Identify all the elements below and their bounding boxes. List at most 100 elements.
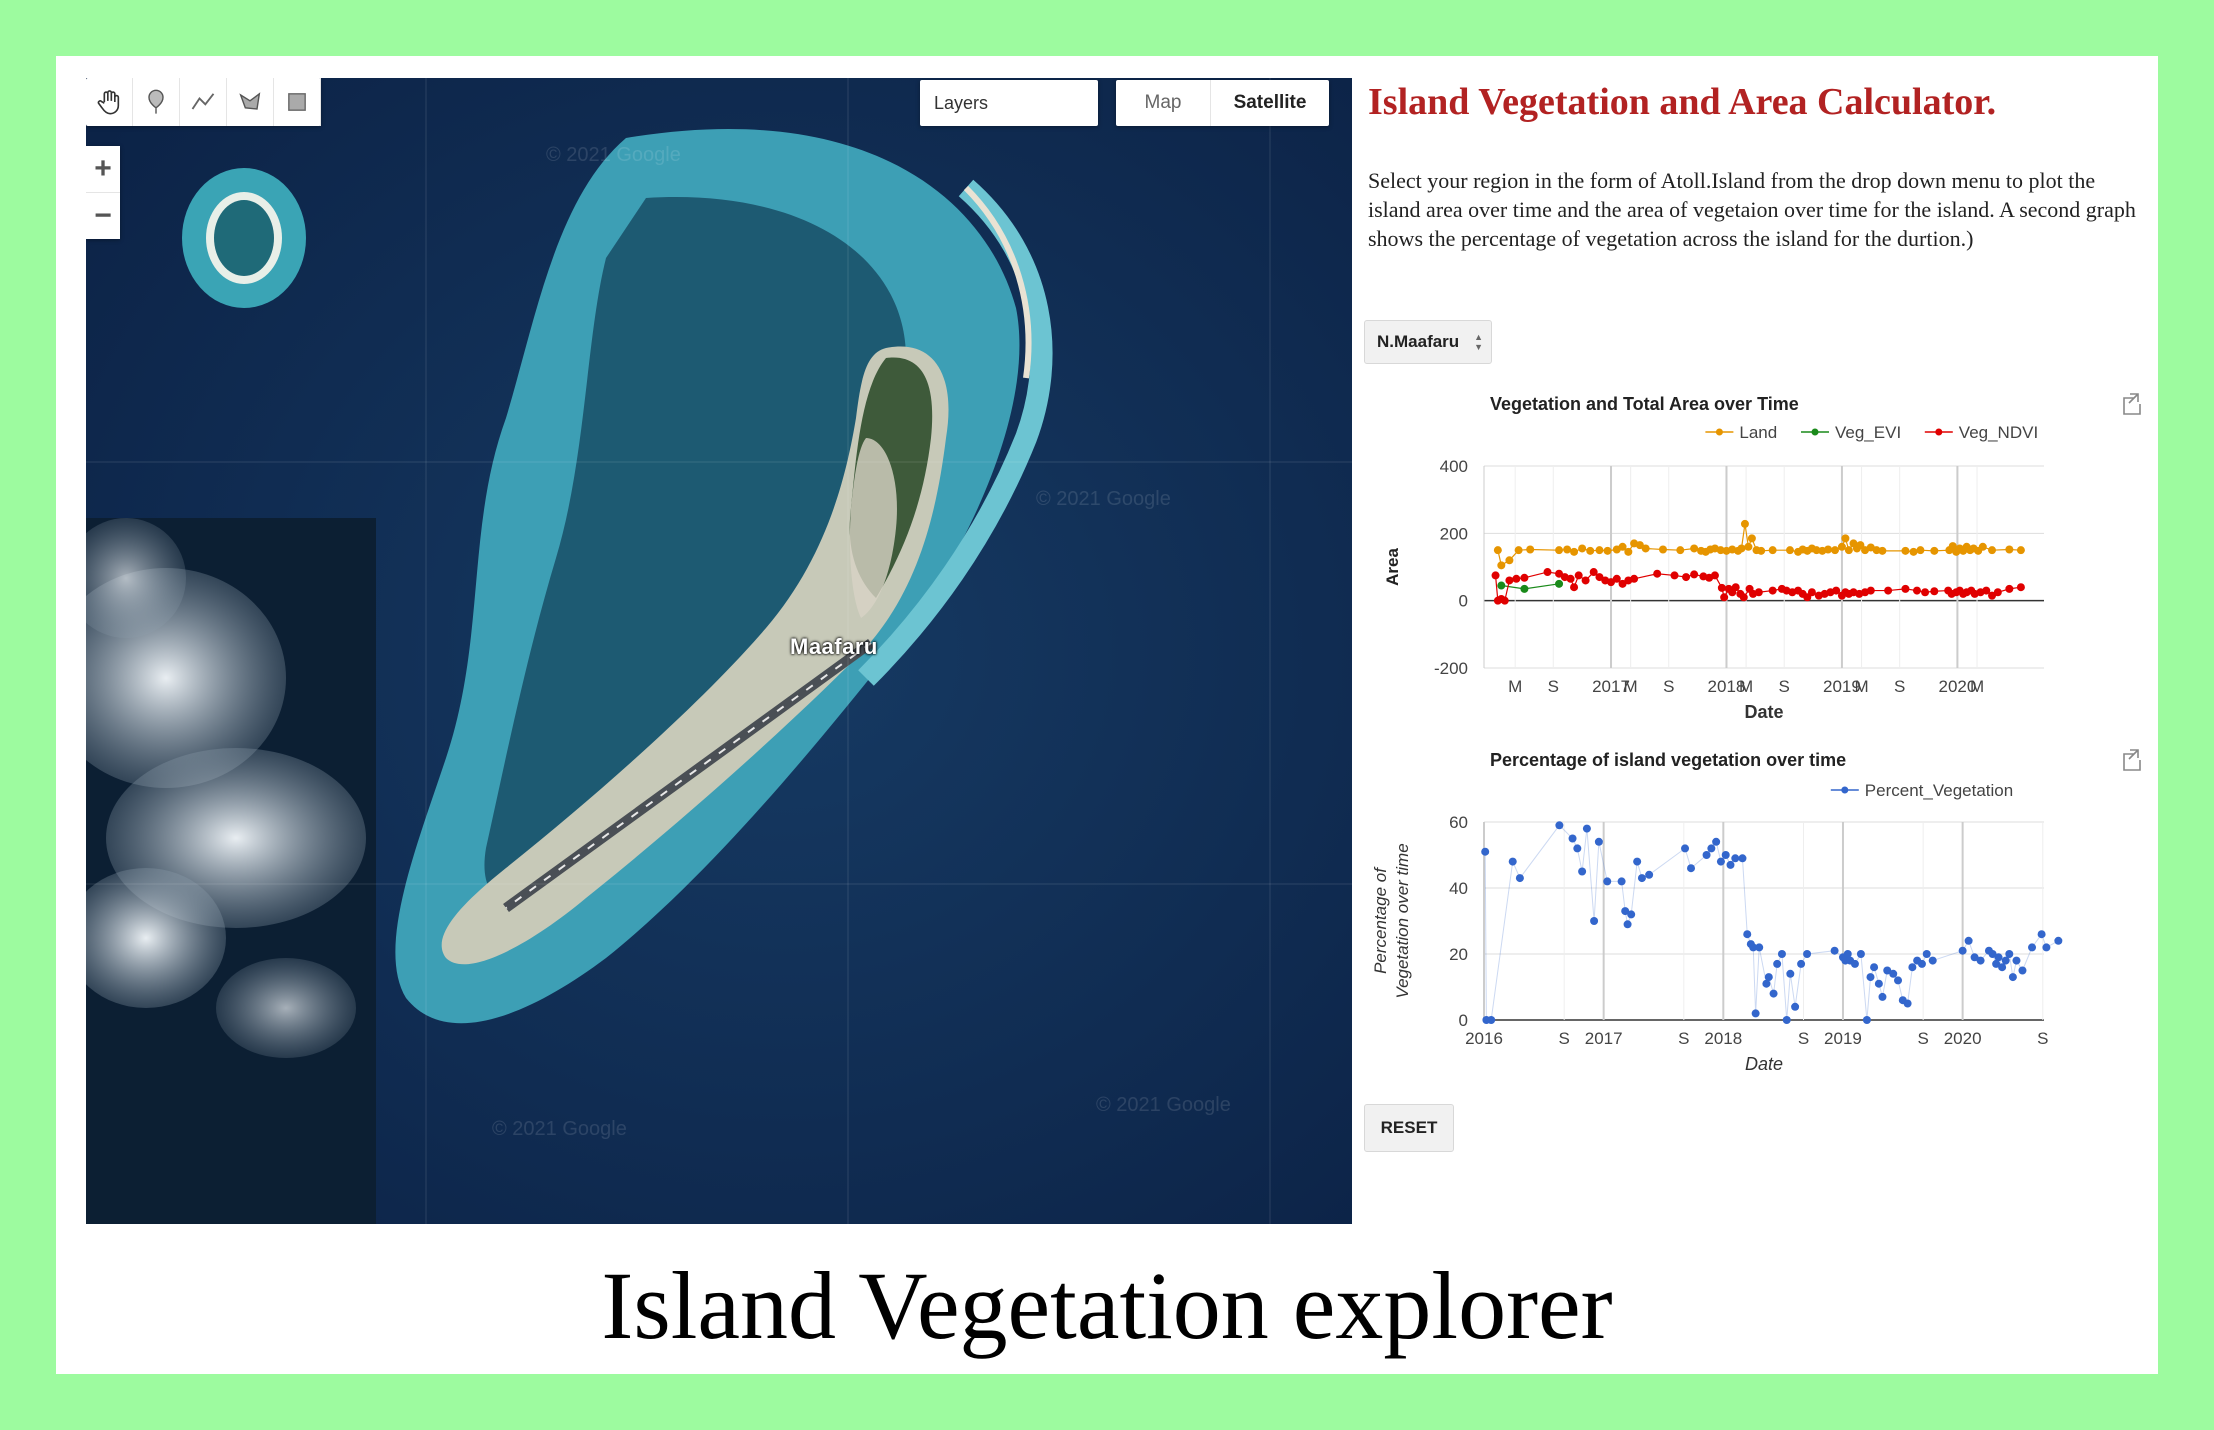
data-point <box>1726 860 1735 869</box>
data-point <box>1702 851 1711 859</box>
data-point <box>1670 571 1679 580</box>
data-point <box>1884 586 1893 595</box>
data-point <box>1866 973 1875 982</box>
data-point <box>1500 596 1509 605</box>
data-point <box>1641 544 1650 553</box>
legend-marker <box>1935 428 1943 436</box>
percent-vegetation-chart: Percentage of island vegetation over tim… <box>1371 749 2141 1074</box>
data-point <box>1768 586 1777 595</box>
data-point <box>1491 571 1500 580</box>
data-point <box>1844 546 1853 555</box>
data-point <box>1514 546 1523 555</box>
data-point <box>2037 930 2046 939</box>
data-point <box>1586 546 1595 555</box>
zoom-in-button[interactable]: + <box>86 146 120 193</box>
data-point <box>2028 943 2037 952</box>
x-tick-label: S <box>1894 677 1905 696</box>
data-point <box>1570 583 1579 592</box>
data-point <box>1870 963 1879 972</box>
map-watermark: © 2021 Google <box>492 1118 627 1140</box>
x-tick-label: 2016 <box>1465 1029 1503 1048</box>
x-tick-label: M <box>1970 677 1984 696</box>
data-point <box>1755 943 1764 952</box>
layers-button[interactable]: Layers <box>920 80 1098 126</box>
data-point <box>1603 546 1612 555</box>
x-tick-label: S <box>1663 677 1674 696</box>
zoom-out-button[interactable]: − <box>86 193 120 239</box>
place-label: Maafaru <box>790 634 878 659</box>
hand-icon[interactable] <box>86 78 133 126</box>
data-point <box>1866 586 1875 595</box>
data-point <box>1505 576 1514 585</box>
data-point <box>1791 1002 1800 1011</box>
data-point <box>1582 824 1591 833</box>
data-point <box>1573 844 1582 853</box>
data-point <box>2005 584 2014 593</box>
y-tick-label: 200 <box>1440 524 1468 543</box>
data-point <box>1777 950 1786 958</box>
x-tick-label: 2020 <box>1944 1029 1982 1048</box>
map-type-map-button[interactable]: Map <box>1116 80 1211 126</box>
data-point <box>1581 576 1590 585</box>
data-point <box>1773 959 1782 968</box>
data-point <box>1682 573 1691 582</box>
series-line <box>1501 583 1560 590</box>
legend-marker <box>1811 428 1819 436</box>
data-point <box>2018 966 2027 975</box>
x-tick-label: S <box>1917 1029 1928 1048</box>
data-point <box>1630 574 1639 583</box>
data-point <box>1743 930 1752 939</box>
data-point <box>1917 959 1926 968</box>
data-point <box>1721 851 1730 859</box>
data-point <box>1707 844 1716 853</box>
data-point <box>1908 963 1917 972</box>
select-arrows-icon: ▲ ▼ <box>1474 332 1483 352</box>
data-point <box>1690 544 1699 553</box>
data-point <box>1520 584 1529 593</box>
satellite-imagery <box>86 78 1352 1224</box>
panel-description: Select your region in the form of Atoll.… <box>1368 168 2136 251</box>
data-point <box>1563 545 1572 554</box>
data-point <box>1578 867 1587 876</box>
rectangle-icon[interactable] <box>274 78 321 126</box>
data-point <box>1993 588 2002 597</box>
marker-icon[interactable] <box>133 78 180 126</box>
y-tick-label: 20 <box>1449 945 1468 964</box>
data-point <box>1903 999 1912 1008</box>
data-point <box>1624 547 1633 556</box>
data-point <box>1687 864 1696 873</box>
x-tick-label: S <box>1779 677 1790 696</box>
zoom-control: + − <box>86 146 120 239</box>
data-point <box>1856 950 1865 958</box>
y-tick-label: 0 <box>1459 1011 1468 1030</box>
data-point <box>1958 946 1967 955</box>
series-line <box>1497 523 2021 567</box>
data-point <box>1731 583 1740 592</box>
polygon-icon[interactable] <box>227 78 274 126</box>
map-type-satellite-button[interactable]: Satellite <box>1211 80 1329 126</box>
data-point <box>1574 571 1583 580</box>
data-point <box>1658 545 1667 554</box>
data-point <box>2016 546 2025 555</box>
data-point <box>1681 844 1690 853</box>
data-point <box>1570 547 1579 556</box>
data-point <box>1894 976 1903 985</box>
island-select[interactable]: N.Maafaru ▲ ▼ <box>1364 320 1492 364</box>
data-point <box>1690 570 1699 579</box>
reset-button[interactable]: RESET <box>1364 1104 1454 1152</box>
panel-title: Island Vegetation and Area Calculator. <box>1368 81 1997 123</box>
x-tick-label: M <box>1624 677 1638 696</box>
data-point <box>1744 542 1753 551</box>
data-point <box>1520 573 1529 582</box>
data-point <box>1916 546 1925 555</box>
legend-marker <box>1841 786 1849 794</box>
y-tick-label: -200 <box>1434 659 1468 678</box>
data-point <box>1786 969 1795 978</box>
polyline-icon[interactable] <box>180 78 227 126</box>
legend-label: Veg_NDVI <box>1959 423 2038 442</box>
data-point <box>1878 992 1887 1001</box>
data-point <box>1710 571 1719 580</box>
data-point <box>1508 857 1517 866</box>
satellite-map[interactable]: © 2021 Google © 2021 Google © 2021 Googl… <box>86 78 1352 1224</box>
data-point <box>1497 561 1506 570</box>
